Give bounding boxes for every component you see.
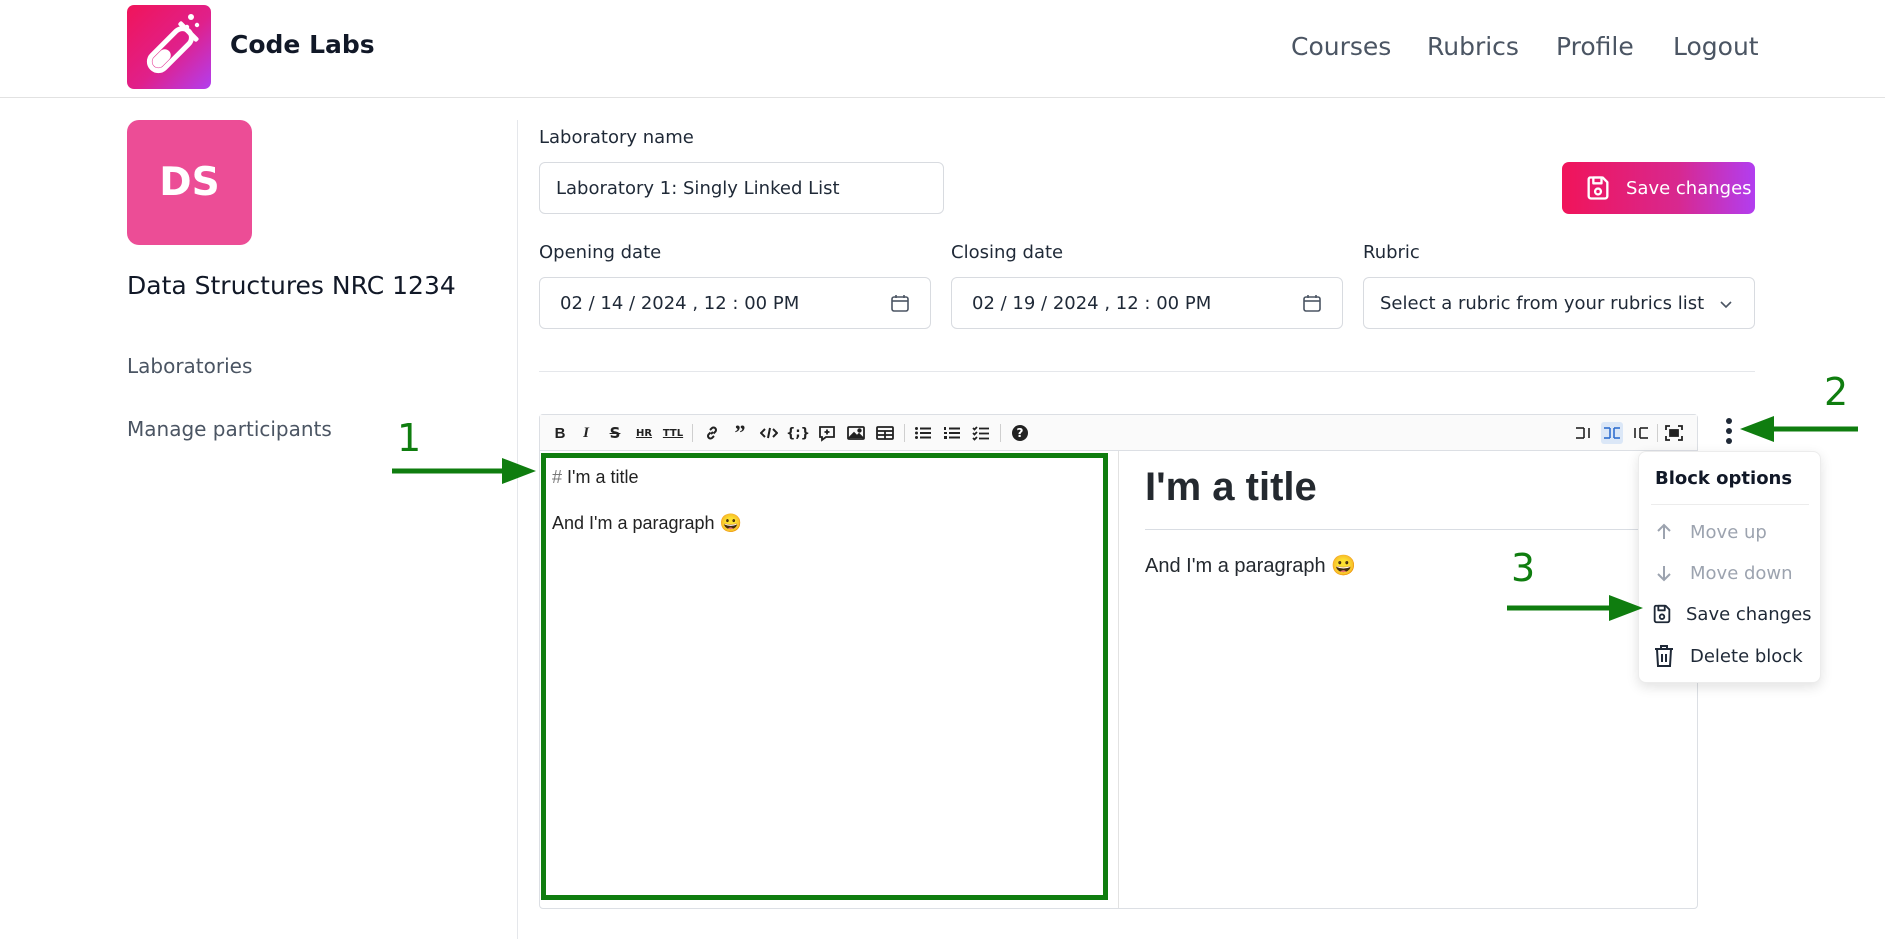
link-icon[interactable] [701, 422, 723, 444]
closing-date-label: Closing date [951, 242, 1064, 263]
preview-heading: I'm a title [1145, 465, 1317, 509]
lab-name-label: Laboratory name [539, 127, 694, 148]
sidebar-divider [517, 120, 518, 939]
code-icon[interactable] [758, 422, 780, 444]
save-icon [1587, 176, 1609, 200]
live-mode-icon[interactable] [1601, 422, 1623, 444]
nav-profile[interactable]: Profile [1556, 32, 1634, 61]
code-block-icon[interactable]: {;} [786, 422, 810, 444]
calendar-icon[interactable] [890, 293, 910, 313]
closing-date-value: 02 / 19 / 2024 , 12 : 00 PM [972, 292, 1212, 314]
menu-item-label: Move down [1690, 562, 1793, 584]
menu-item-label: Delete block [1690, 645, 1803, 667]
brand-name[interactable]: Code Labs [230, 30, 375, 59]
annotation-arrow-2 [1740, 416, 1858, 442]
lab-name-value: Laboratory 1: Singly Linked List [556, 177, 840, 199]
nav-logout[interactable]: Logout [1673, 32, 1759, 61]
chevron-down-icon [1720, 301, 1732, 309]
checklist-icon[interactable] [970, 422, 992, 444]
ordered-list-icon[interactable] [941, 422, 963, 444]
block-options-menu: Block options Move up Move down Save cha… [1638, 451, 1821, 683]
markdown-editor: B I S HR TTL ” {;} ? # I'm a title And I… [539, 414, 1698, 909]
preview-mode-icon[interactable] [1629, 422, 1651, 444]
menu-item-move-down[interactable]: Move down [1651, 557, 1811, 589]
annotation-label-3: 3 [1511, 546, 1536, 590]
markdown-hash: # [552, 467, 563, 487]
editor-toolbar: B I S HR TTL ” {;} ? [540, 415, 1697, 451]
test-tube-icon [146, 14, 200, 74]
trash-icon [1651, 643, 1677, 669]
save-changes-label: Save changes [1626, 177, 1752, 199]
app-root: Code Labs Courses Rubrics Profile Logout… [0, 0, 1885, 939]
sidebar-item-manage-participants[interactable]: Manage participants [127, 417, 332, 441]
markdown-input-pane[interactable]: # I'm a title And I'm a paragraph 😀 [543, 455, 1111, 902]
quote-icon[interactable]: ” [729, 420, 751, 445]
markdown-title-text: I'm a title [562, 467, 639, 487]
menu-item-label: Move up [1690, 521, 1767, 543]
closing-date-input[interactable]: 02 / 19 / 2024 , 12 : 00 PM [951, 277, 1343, 329]
markdown-line-paragraph: And I'm a paragraph 😀 [552, 513, 742, 533]
menu-divider [1651, 504, 1809, 505]
table-icon[interactable] [874, 422, 896, 444]
toolbar-separator [904, 424, 905, 442]
nav-courses[interactable]: Courses [1291, 32, 1391, 61]
horizontral-rule-icon[interactable]: HR [633, 422, 655, 444]
unordered-list-icon[interactable] [912, 422, 934, 444]
edit-mode-icon[interactable] [1573, 422, 1595, 444]
section-divider [539, 371, 1755, 372]
arrow-down-icon [1651, 560, 1677, 586]
strikethrough-icon[interactable]: S [604, 422, 626, 444]
lab-name-input[interactable]: Laboratory 1: Singly Linked List [539, 162, 944, 214]
block-options-title: Block options [1655, 468, 1793, 489]
annotation-label-1: 1 [397, 416, 422, 460]
preview-heading-rule [1145, 529, 1665, 530]
menu-item-move-up[interactable]: Move up [1651, 516, 1811, 548]
top-navbar: Code Labs Courses Rubrics Profile Logout [0, 0, 1885, 98]
arrow-up-icon [1651, 519, 1677, 545]
menu-item-delete-block[interactable]: Delete block [1651, 640, 1811, 672]
course-title: Data Structures NRC 1234 [127, 271, 456, 300]
opening-date-input[interactable]: 02 / 14 / 2024 , 12 : 00 PM [539, 277, 931, 329]
annotation-arrow-1 [392, 458, 536, 484]
svg-text:?: ? [1017, 426, 1024, 440]
opening-date-label: Opening date [539, 242, 662, 263]
comment-icon[interactable] [816, 422, 838, 444]
title-icon[interactable]: TTL [662, 422, 684, 444]
editor-pane-divider [1118, 451, 1119, 908]
image-icon[interactable] [845, 422, 867, 444]
annotation-label-2: 2 [1824, 370, 1849, 414]
save-changes-button[interactable]: Save changes [1562, 162, 1755, 214]
rubric-selected-value: Select a rubric from your rubrics list [1380, 292, 1705, 314]
opening-date-value: 02 / 14 / 2024 , 12 : 00 PM [560, 292, 800, 314]
toolbar-separator [1000, 424, 1001, 442]
save-icon [1651, 601, 1673, 627]
course-avatar: DS [127, 120, 252, 245]
toolbar-separator [692, 424, 693, 442]
preview-paragraph: And I'm a paragraph 😀 [1145, 555, 1357, 577]
markdown-line-title: # I'm a title [552, 467, 638, 488]
italic-icon[interactable]: I [575, 422, 597, 444]
rubric-label: Rubric [1363, 242, 1420, 263]
menu-item-save-changes[interactable]: Save changes [1651, 598, 1812, 630]
brand-logo[interactable] [127, 5, 211, 89]
calendar-icon[interactable] [1302, 293, 1322, 313]
sidebar-item-laboratories[interactable]: Laboratories [127, 354, 252, 378]
menu-item-label: Save changes [1686, 603, 1812, 625]
rubric-select[interactable]: Select a rubric from your rubrics list [1363, 277, 1755, 329]
bold-icon[interactable]: B [549, 422, 571, 444]
fullscreen-icon[interactable] [1663, 422, 1685, 444]
nav-rubrics[interactable]: Rubrics [1427, 32, 1519, 61]
help-icon[interactable]: ? [1009, 422, 1031, 444]
block-options-kebab-icon[interactable] [1721, 414, 1737, 448]
toolbar-separator [1657, 424, 1658, 442]
